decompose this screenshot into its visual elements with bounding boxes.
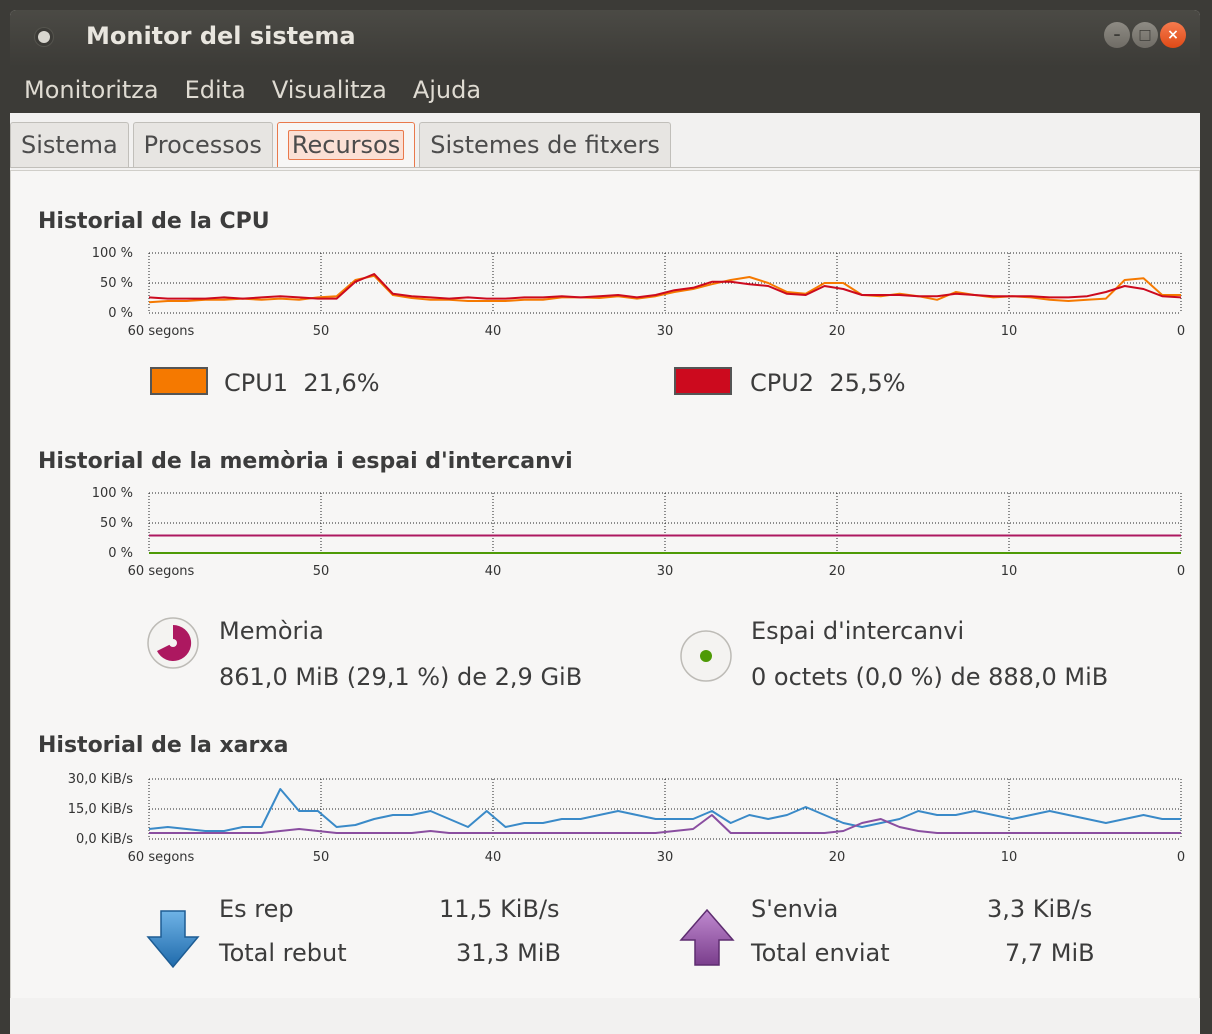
x-tick-label: 30 xyxy=(657,850,674,865)
receive-rate: 11,5 KiB/s xyxy=(439,895,560,923)
tab-sistema[interactable]: Sistema xyxy=(10,122,129,167)
tab-sistemes-de-fitxers[interactable]: Sistemes de fitxers xyxy=(419,122,671,167)
x-tick-label: 40 xyxy=(485,850,502,865)
network-history-chart: 30,0 KiB/s 15,0 KiB/s 0,0 KiB/s 60 segons 50… xyxy=(68,772,1185,865)
cpu2-value: 25,5% xyxy=(829,369,906,397)
x-tick-label: 60 segons xyxy=(128,564,195,579)
total-sent-value: 7,7 MiB xyxy=(1005,939,1095,967)
maximize-button[interactable]: □ xyxy=(1132,22,1158,48)
x-tick-label: 40 xyxy=(485,564,502,579)
tab-processos[interactable]: Processos xyxy=(132,122,273,167)
memory-history-chart: 100 % 50 % 0 % 60 segons 50 40 30 20 10 0 xyxy=(92,486,1185,579)
x-tick-label: 10 xyxy=(1001,324,1018,339)
window-title: Monitor del sistema xyxy=(86,22,356,50)
memory-pie-icon[interactable] xyxy=(146,616,200,670)
cpu-history-chart: 100 % 50 % 0 % 60 segons 50 40 30 20 10 0 xyxy=(92,246,1185,339)
x-tick-label: 20 xyxy=(829,564,846,579)
x-tick-label: 40 xyxy=(485,324,502,339)
x-tick-label: 0 xyxy=(1177,324,1185,339)
send-arrow-icon[interactable] xyxy=(678,907,736,969)
y-tick-label: 100 % xyxy=(92,486,133,501)
menu-visualitza[interactable]: Visualitza xyxy=(272,76,387,104)
menu-bar: Monitoritza Edita Visualitza Ajuda xyxy=(10,67,1200,113)
memory-label: Memòria xyxy=(219,617,324,645)
system-monitor-window: Monitor del sistema – □ × Monitoritza Ed… xyxy=(10,10,1200,1034)
menu-ajuda[interactable]: Ajuda xyxy=(413,76,481,104)
swap-pie-icon[interactable] xyxy=(679,629,733,683)
status-bar xyxy=(10,998,1200,1034)
menu-monitoritza[interactable]: Monitoritza xyxy=(24,76,159,104)
x-tick-label: 10 xyxy=(1001,564,1018,579)
cpu-section-title: Historial de la CPU xyxy=(38,209,270,234)
x-tick-label: 30 xyxy=(657,324,674,339)
app-icon xyxy=(38,31,50,43)
title-bar[interactable]: Monitor del sistema – □ × xyxy=(10,10,1200,67)
send-rate: 3,3 KiB/s xyxy=(987,895,1093,923)
receive-arrow-icon[interactable] xyxy=(146,909,200,971)
window-controls: – □ × xyxy=(1104,22,1186,48)
x-tick-label: 10 xyxy=(1001,850,1018,865)
y-tick-label: 0,0 KiB/s xyxy=(76,832,133,847)
tab-recursos-label: Recursos xyxy=(287,130,405,160)
cpu1-value: 21,6% xyxy=(303,369,380,397)
x-tick-label: 50 xyxy=(313,850,330,865)
cpu1-color-swatch[interactable] xyxy=(150,367,208,395)
y-tick-label: 100 % xyxy=(92,246,133,261)
x-tick-label: 50 xyxy=(313,324,330,339)
close-button[interactable]: × xyxy=(1160,22,1186,48)
x-tick-label: 0 xyxy=(1177,564,1185,579)
tab-recursos[interactable]: Recursos xyxy=(276,122,416,167)
total-sent-label: Total enviat xyxy=(751,939,890,967)
y-tick-label: 0 % xyxy=(108,546,133,561)
cpu2-name: CPU2 xyxy=(750,369,815,397)
cpu2-label: CPU2 25,5% xyxy=(750,369,906,397)
receive-label: Es rep xyxy=(219,895,294,923)
menu-edita[interactable]: Edita xyxy=(185,76,246,104)
total-received-label: Total rebut xyxy=(219,939,347,967)
y-tick-label: 15,0 KiB/s xyxy=(68,802,134,817)
tab-bar: Sistema Processos Recursos Sistemes de f… xyxy=(10,115,1200,168)
cpu2-color-swatch[interactable] xyxy=(674,367,732,395)
x-tick-label: 20 xyxy=(829,850,846,865)
x-tick-label: 0 xyxy=(1177,850,1185,865)
cpu1-name: CPU1 xyxy=(224,369,289,397)
x-tick-label: 30 xyxy=(657,564,674,579)
x-tick-label: 60 segons xyxy=(128,850,195,865)
x-tick-label: 60 segons xyxy=(128,324,195,339)
y-tick-label: 50 % xyxy=(100,516,133,531)
send-label: S'envia xyxy=(751,895,839,923)
minimize-button[interactable]: – xyxy=(1104,22,1130,48)
y-tick-label: 30,0 KiB/s xyxy=(68,772,134,787)
network-section-title: Historial de la xarxa xyxy=(38,733,289,758)
swap-value: 0 octets (0,0 %) de 888,0 MiB xyxy=(751,663,1109,691)
swap-label: Espai d'intercanvi xyxy=(751,617,965,645)
memory-value: 861,0 MiB (29,1 %) de 2,9 GiB xyxy=(219,663,583,691)
y-tick-label: 0 % xyxy=(108,306,133,321)
resources-panel: Historial de la CPU 100 % 50 % 0 % 60 segon… xyxy=(10,170,1200,1000)
x-tick-label: 50 xyxy=(313,564,330,579)
total-received-value: 31,3 MiB xyxy=(456,939,561,967)
y-tick-label: 50 % xyxy=(100,276,133,291)
cpu1-label: CPU1 21,6% xyxy=(224,369,380,397)
memory-section-title: Historial de la memòria i espai d'interc… xyxy=(38,449,573,474)
x-tick-label: 20 xyxy=(829,324,846,339)
